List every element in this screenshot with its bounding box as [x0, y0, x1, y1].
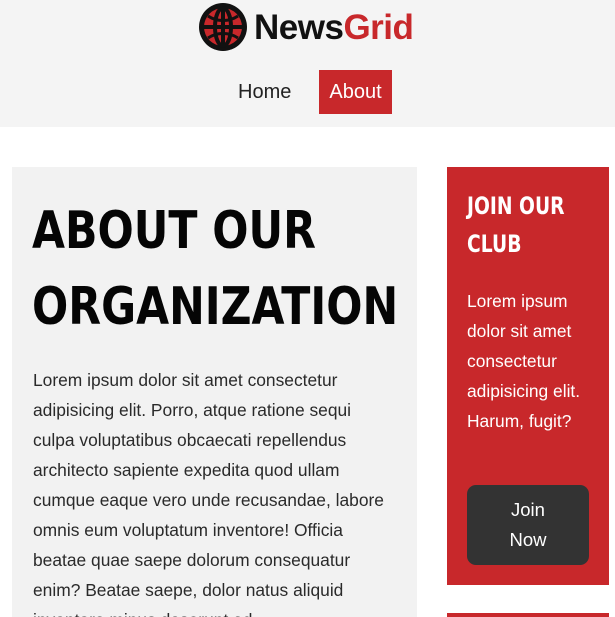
join-club-card: JOIN OUR CLUB Lorem ipsum dolor sit amet… [447, 167, 609, 585]
join-club-title-line-1: JOIN OUR [467, 192, 565, 220]
page-title-line-1: ABOUT OUR [32, 201, 317, 261]
site-header: NewsGrid Home About [0, 0, 615, 127]
about-card: ABOUT OUR ORGANIZATION Lorem ipsum dolor… [12, 167, 417, 617]
join-club-title: JOIN OUR CLUB [467, 187, 565, 263]
globe-icon [199, 3, 247, 51]
join-club-title-line-2: CLUB [467, 230, 522, 258]
brand-logo[interactable]: NewsGrid [196, 0, 414, 54]
brand-grid-text: Grid [343, 7, 414, 47]
main-nav: Home About [228, 70, 392, 114]
join-club-text: Lorem ipsum dolor sit amet consectetur a… [467, 291, 581, 431]
brand-news-text: News [254, 7, 344, 47]
next-sidebar-card-edge [447, 613, 609, 617]
page-title-line-2: ORGANIZATION [32, 277, 399, 337]
about-paragraph: Lorem ipsum dolor sit amet consectetur a… [33, 370, 384, 617]
site-title: NewsGrid [254, 7, 414, 47]
nav-about-link[interactable]: About [319, 70, 392, 114]
join-now-button[interactable]: Join Now [467, 485, 589, 565]
nav-home-link[interactable]: Home [228, 70, 301, 114]
page-title: ABOUT OUR ORGANIZATION [32, 193, 399, 345]
